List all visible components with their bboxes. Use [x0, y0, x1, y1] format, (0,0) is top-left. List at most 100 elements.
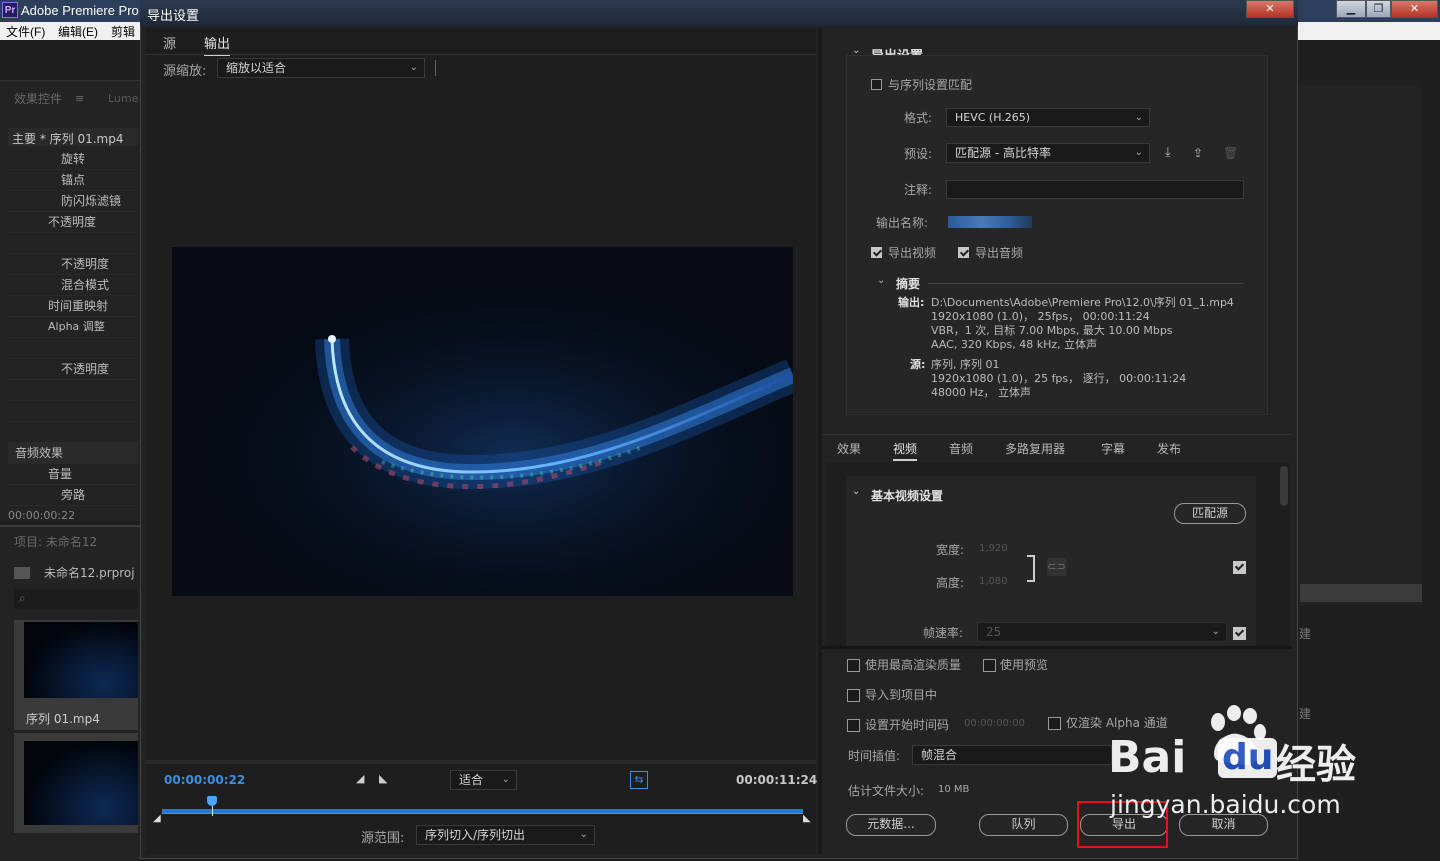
effect-row[interactable]: 时间重映射 — [8, 296, 138, 317]
menu-edit[interactable]: 编辑(E) — [58, 23, 98, 40]
subtab-captions[interactable]: 字幕 — [1101, 440, 1125, 457]
export-video-checkbox[interactable] — [871, 247, 882, 258]
source-scale-dropdown[interactable]: 缩放以适合 ⌄ — [217, 58, 425, 78]
max-render-checkbox[interactable] — [847, 659, 860, 672]
effect-row[interactable]: 锚点 — [8, 170, 138, 191]
save-preset-icon[interactable]: ⤓ — [1165, 145, 1171, 160]
blank-row — [8, 380, 138, 401]
dialog-close-icon[interactable]: ✕ — [1246, 0, 1294, 18]
queue-button[interactable]: 队列 — [979, 814, 1068, 836]
folder-icon — [14, 567, 30, 579]
format-label: 格式: — [904, 111, 933, 125]
source-range-dropdown[interactable]: 序列切入/序列切出 ⌄ — [416, 825, 595, 845]
end-time: 00:00:11:24 — [736, 773, 818, 787]
menu-clip[interactable]: 剪辑 — [111, 23, 135, 40]
project-title: 项目: 未命名12 — [14, 535, 98, 549]
restore-icon[interactable]: ❐ — [1366, 0, 1391, 18]
panel-tab-lumetri[interactable]: Lume — [108, 92, 138, 105]
right-panel — [1300, 85, 1422, 605]
start-timecode-value[interactable]: 00:00:00:00 — [964, 718, 1025, 729]
time-interp-label: 时间插值: — [848, 749, 901, 763]
preset-label: 预设: — [904, 147, 933, 161]
app-close-icon[interactable]: ✕ — [1391, 0, 1438, 18]
panel-tab-effect-controls[interactable]: 效果控件 — [14, 90, 62, 107]
effect-row[interactable]: 不透明度 — [8, 359, 138, 380]
chevron-down-icon: ⌄ — [579, 829, 588, 840]
framerate-label: 帧速率: — [923, 626, 964, 640]
mark-out-icon[interactable]: ◣ — [379, 772, 387, 785]
section-divider — [822, 646, 1292, 649]
alpha-only-checkbox[interactable] — [1048, 717, 1061, 730]
playhead-handle[interactable] — [206, 796, 217, 806]
delete-preset-icon[interactable]: 🗑 — [1223, 146, 1238, 160]
project-file: 未命名12.prproj — [44, 566, 135, 580]
start-timecode-checkbox[interactable] — [847, 719, 860, 732]
dialog-titlebar — [140, 0, 1298, 26]
width-height-match-checkbox[interactable] — [1233, 561, 1246, 574]
framerate-match-checkbox[interactable] — [1233, 627, 1246, 640]
preset-dropdown[interactable]: 匹配源 - 高比特率 ⌄ — [946, 143, 1150, 163]
framerate-dropdown[interactable]: 25 ⌄ — [977, 622, 1227, 642]
summary-source-label: 源: — [910, 358, 926, 371]
source-range-label: 源范围: — [361, 831, 405, 846]
range-out-handle-icon[interactable]: ◣ — [803, 813, 811, 824]
timeline-track — [162, 813, 803, 814]
effect-row[interactable]: 不透明度 — [8, 254, 138, 275]
summary-output-line: AAC, 320 Kbps, 48 kHz, 立体声 — [931, 338, 1098, 351]
scrollbar-thumb[interactable] — [1280, 466, 1288, 506]
comment-label: 注释: — [904, 183, 933, 197]
subtab-effects[interactable]: 效果 — [837, 440, 861, 457]
use-preview-checkbox[interactable] — [983, 659, 996, 672]
metadata-button[interactable]: 元数据... — [846, 814, 936, 836]
subtab-publish[interactable]: 发布 — [1157, 440, 1181, 457]
clip-thumbnail-image — [24, 741, 138, 825]
right-panel-selected-row — [1300, 584, 1422, 602]
current-time[interactable]: 00:00:00:22 — [164, 773, 245, 787]
effect-row[interactable]: 不透明度 — [8, 212, 138, 233]
chevron-down-icon: ⌄ — [1211, 626, 1220, 637]
effect-row[interactable]: 混合模式 — [8, 275, 138, 296]
match-source-button[interactable]: 匹配源 — [1174, 503, 1246, 524]
fit-dropdown[interactable]: 适合 ⌄ — [450, 770, 517, 790]
effect-row[interactable]: 旋转 — [8, 149, 138, 170]
file-size-label: 估计文件大小: — [848, 784, 925, 798]
subtab-video[interactable]: 视频 — [893, 440, 918, 461]
blank-row — [8, 422, 138, 443]
right-label: 建 — [1299, 627, 1312, 641]
format-value: HEVC (H.265) — [955, 111, 1031, 124]
comment-input[interactable] — [946, 180, 1244, 199]
time-interp-dropdown[interactable]: 帧混合 — [912, 745, 1112, 765]
match-sequence-checkbox[interactable] — [871, 79, 882, 90]
menu-lines-icon[interactable]: ≡ — [75, 92, 84, 105]
project-search-input[interactable] — [14, 589, 138, 609]
menu-bar-right — [1298, 22, 1440, 40]
import-preset-icon[interactable]: ⇪ — [1193, 146, 1203, 160]
sequence-thumbnail-image — [24, 622, 138, 698]
aspect-correction-icon[interactable]: ⇆ — [630, 771, 648, 789]
effect-row[interactable]: 旁路 — [8, 485, 138, 506]
collapse-arrow-icon[interactable]: ⌄ — [852, 486, 860, 497]
effect-row[interactable]: Alpha 调整 — [8, 317, 138, 338]
output-name-link[interactable] — [948, 216, 1032, 228]
framerate-value: 25 — [986, 625, 1002, 639]
range-in-handle-icon[interactable]: ◢ — [153, 813, 161, 824]
link-icon[interactable]: ⊂⊃ — [1047, 558, 1066, 576]
summary-output-label: 输出: — [898, 296, 925, 309]
import-project-checkbox[interactable] — [847, 689, 860, 702]
collapse-arrow-icon[interactable]: ⌄ — [877, 275, 885, 286]
mark-in-icon[interactable]: ◢ — [356, 772, 364, 785]
source-scale-value: 缩放以适合 — [226, 61, 287, 75]
menu-file[interactable]: 文件(F) — [6, 23, 45, 40]
minimize-icon[interactable]: ▁ — [1336, 0, 1366, 18]
panel-timecode: 00:00:00:22 — [8, 509, 76, 522]
subtab-audio[interactable]: 音频 — [949, 440, 973, 457]
watermark-brand-b: du — [1218, 738, 1278, 778]
effect-row[interactable]: 音量 — [8, 464, 138, 485]
format-dropdown[interactable]: HEVC (H.265) ⌄ — [946, 108, 1150, 127]
subtab-multiplexer[interactable]: 多路复用器 — [1005, 440, 1065, 457]
effect-row[interactable]: 防闪烁滤镜 — [8, 191, 138, 212]
premiere-logo-icon: Pr — [2, 2, 18, 18]
tab-output[interactable]: 输出 — [204, 33, 231, 56]
export-audio-checkbox[interactable] — [958, 247, 969, 258]
tab-source[interactable]: 源 — [163, 33, 176, 52]
